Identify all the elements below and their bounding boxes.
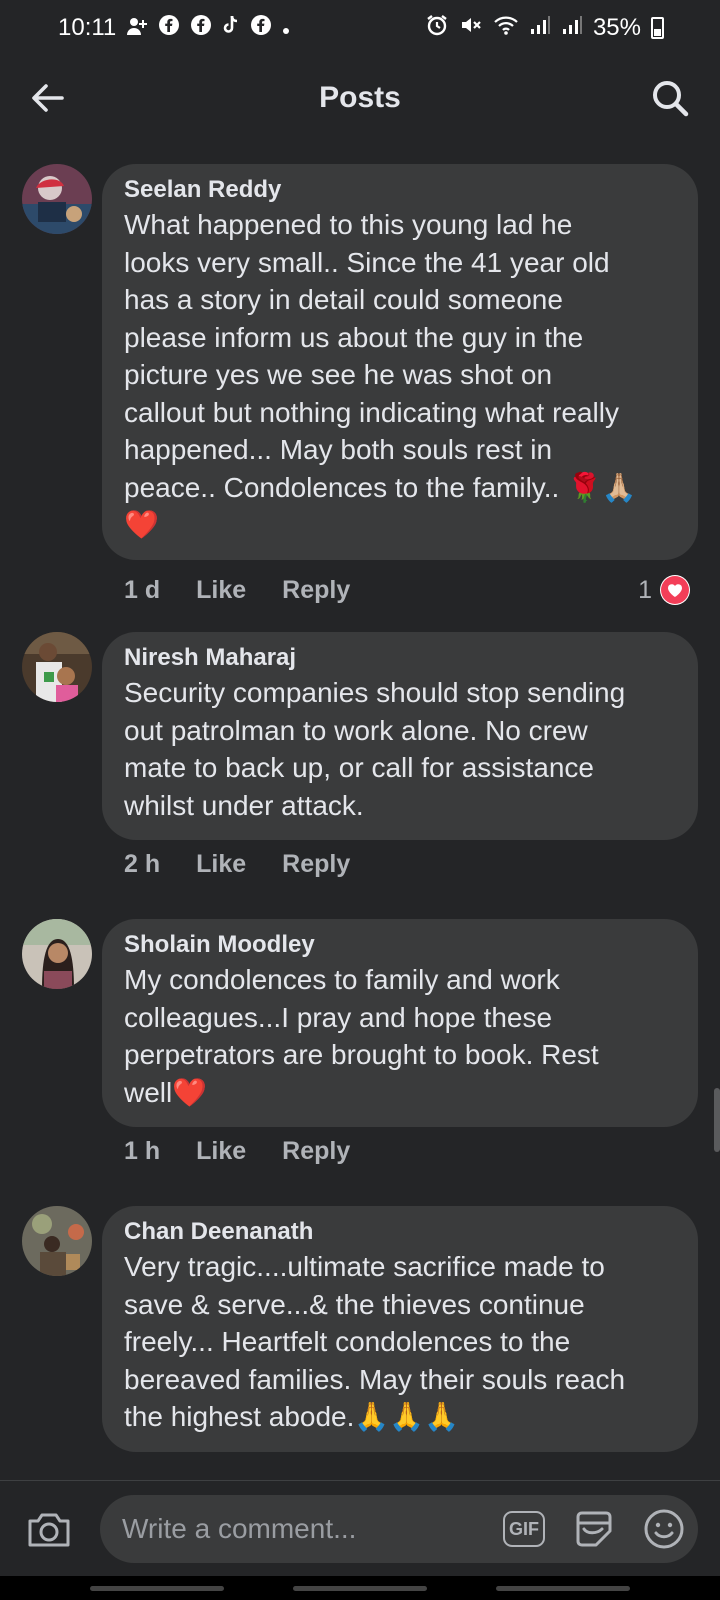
like-button[interactable]: Like xyxy=(196,576,246,605)
signal-icon xyxy=(561,14,583,43)
like-button[interactable]: Like xyxy=(196,1137,246,1166)
system-nav-bar xyxy=(0,1576,720,1600)
wifi-icon xyxy=(493,14,519,43)
comment-text: Security companies should stop sending o… xyxy=(124,677,626,821)
comment-text: Very tragic....ultimate sacrifice made t… xyxy=(124,1251,626,1432)
search-icon xyxy=(653,81,689,117)
header: Posts xyxy=(0,62,720,134)
comment-bubble: Sholain Moodley My condolences to family… xyxy=(102,919,698,1127)
facebook-icon xyxy=(158,14,180,43)
nav-home-pill[interactable] xyxy=(293,1586,427,1591)
comment-author[interactable]: Chan Deenanath xyxy=(124,1216,676,1248)
comment-time: 1 h xyxy=(124,1137,161,1165)
person-add-icon xyxy=(126,16,148,41)
reply-button[interactable]: Reply xyxy=(282,576,350,605)
reaction-summary[interactable]: 1 xyxy=(638,575,690,605)
comment-author[interactable]: Sholain Moodley xyxy=(124,929,676,961)
back-arrow-icon xyxy=(32,84,64,112)
comment-author[interactable]: Niresh Maharaj xyxy=(124,642,676,674)
sticker-icon xyxy=(576,1511,612,1547)
gif-button[interactable]: GIF xyxy=(503,1511,545,1547)
status-time: 10:11 xyxy=(58,14,117,41)
facebook-icon xyxy=(250,14,272,43)
facebook-icon xyxy=(190,14,212,43)
reaction-count: 1 xyxy=(638,575,652,604)
search-button[interactable] xyxy=(648,76,692,120)
comment-actions: 1 d Like Reply xyxy=(124,576,350,605)
sticker-button[interactable] xyxy=(572,1507,616,1551)
alarm-icon xyxy=(425,13,449,44)
battery-icon xyxy=(651,17,664,39)
page-title: Posts xyxy=(319,81,401,114)
scrollbar-thumb[interactable] xyxy=(714,1088,720,1152)
dot-icon xyxy=(282,14,290,42)
comment-author[interactable]: Seelan Reddy xyxy=(124,174,676,206)
status-bar: 10:11 35% xyxy=(0,0,720,56)
emoji-icon xyxy=(644,1509,684,1549)
camera-icon xyxy=(28,1513,70,1547)
avatar[interactable] xyxy=(22,632,92,702)
comment-bubble: Niresh Maharaj Security companies should… xyxy=(102,632,698,840)
comment-actions: 2 h Like Reply xyxy=(124,850,350,879)
comment-actions: 1 h Like Reply xyxy=(124,1137,350,1166)
heart-reaction-icon xyxy=(660,575,690,605)
avatar[interactable] xyxy=(22,1206,92,1276)
avatar[interactable] xyxy=(22,919,92,989)
signal-icon xyxy=(529,14,551,43)
comment-time: 1 d xyxy=(124,576,161,604)
mute-icon xyxy=(459,13,483,44)
camera-button[interactable] xyxy=(26,1507,72,1551)
status-left: 10:11 xyxy=(58,14,290,43)
nav-recents-pill[interactable] xyxy=(90,1586,224,1591)
comment-bubble: Seelan Reddy What happened to this young… xyxy=(102,164,698,560)
reply-button[interactable]: Reply xyxy=(282,850,350,879)
emoji-button[interactable] xyxy=(642,1507,686,1551)
avatar[interactable] xyxy=(22,164,92,234)
comment-text: What happened to this young lad he looks… xyxy=(124,209,637,540)
comment-composer: GIF xyxy=(0,1480,720,1576)
tiktok-icon xyxy=(222,14,240,43)
reply-button[interactable]: Reply xyxy=(282,1137,350,1166)
comment-bubble: Chan Deenanath Very tragic....ultimate s… xyxy=(102,1206,698,1452)
battery-percent: 35% xyxy=(592,14,641,41)
comment-list[interactable]: Seelan Reddy What happened to this young… xyxy=(0,164,720,1480)
like-button[interactable]: Like xyxy=(196,850,246,879)
comment-text: My condolences to family and work collea… xyxy=(124,964,599,1108)
nav-back-pill[interactable] xyxy=(496,1586,630,1591)
status-right: 35% xyxy=(425,13,664,44)
comment-time: 2 h xyxy=(124,850,161,878)
back-button[interactable] xyxy=(26,76,70,120)
